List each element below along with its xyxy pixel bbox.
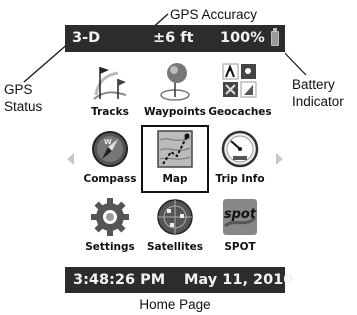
geocaches-icon	[222, 63, 257, 98]
scroll-left-arrow-icon[interactable]	[67, 153, 74, 165]
app-tracks[interactable]: Tracks	[76, 58, 144, 126]
satellites-icon	[157, 199, 193, 235]
app-label-spot: SPOT	[224, 241, 256, 253]
app-label-trip-info: Trip Info	[215, 173, 265, 185]
gps-accuracy-value: ±6 ft	[153, 30, 194, 46]
app-compass[interactable]: W Compass	[76, 125, 144, 193]
tracks-icon	[93, 67, 127, 100]
current-time: 3:48:26 PM	[73, 272, 166, 288]
app-waypoints[interactable]: Waypoints	[141, 58, 209, 126]
spot-icon: spot	[223, 199, 257, 235]
app-settings[interactable]: Settings	[76, 193, 144, 261]
app-map[interactable]: Map	[141, 125, 209, 193]
settings-icon	[91, 198, 129, 236]
app-geocaches[interactable]: Geocaches	[206, 58, 274, 126]
app-satellites[interactable]: Satellites	[141, 193, 209, 261]
gps-status-leader	[23, 41, 71, 83]
map-icon	[157, 130, 193, 168]
page-caption: Home Page	[139, 297, 211, 312]
trip-info-icon	[221, 130, 259, 168]
app-label-geocaches: Geocaches	[208, 106, 272, 118]
current-date: May 11, 2010	[184, 272, 294, 288]
date-time-bar: 3:48:26 PM May 11, 2010	[65, 267, 293, 293]
svg-text:spot: spot	[224, 207, 257, 222]
status-bar: 3-D ±6 ft 100%	[65, 25, 285, 52]
compass-icon: W	[92, 131, 128, 167]
scroll-right-arrow-icon[interactable]	[276, 153, 283, 165]
battery-percent: 100%	[220, 30, 265, 46]
app-spot[interactable]: spot SPOT	[206, 193, 274, 261]
gps-device-screen: 3-D ±6 ft 100% Tracks Waypoints Geocache…	[65, 25, 293, 293]
gps-fix-status: 3-D	[72, 30, 101, 46]
waypoints-icon	[160, 63, 190, 101]
battery-icon	[271, 28, 279, 46]
app-trip-info[interactable]: Trip Info	[206, 125, 274, 193]
